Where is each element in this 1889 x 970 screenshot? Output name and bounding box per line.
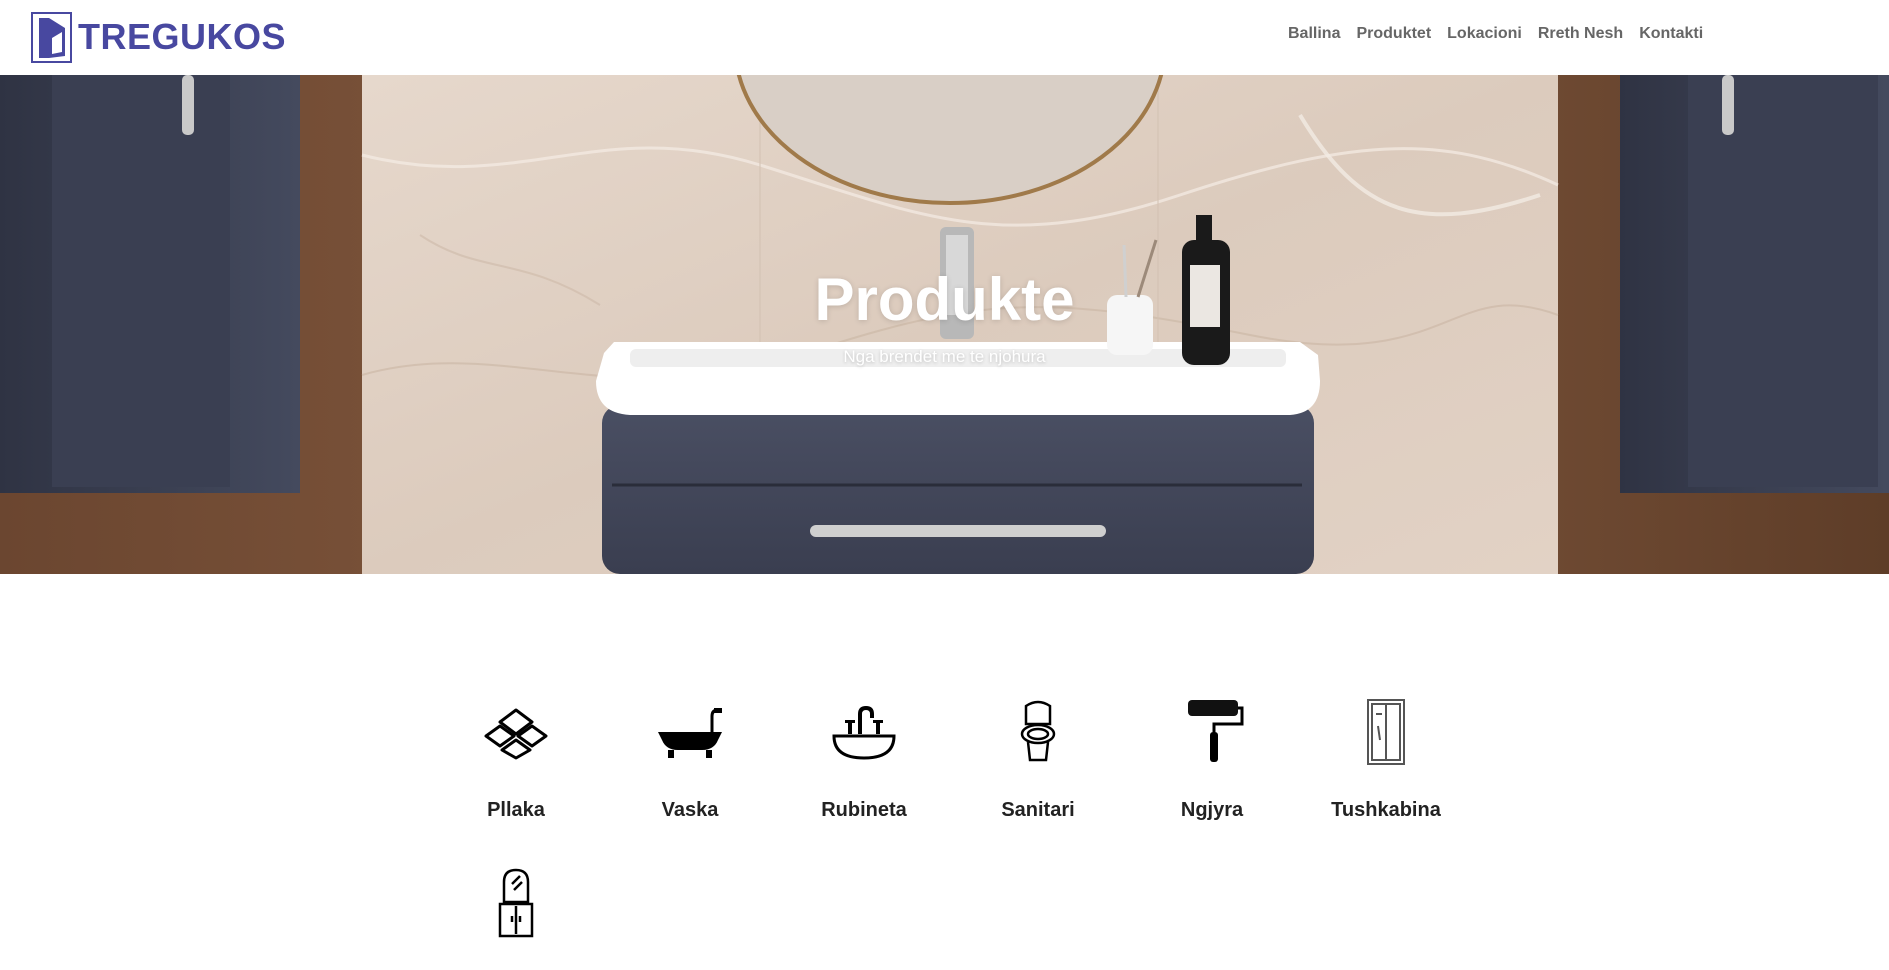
tiles-icon [484,708,548,760]
hero-subtitle: Nga brendet me te njohura [843,347,1046,366]
category-sanitari[interactable]: Sanitari [951,696,1125,822]
mirror-cabinet-icon [498,868,534,938]
category-label: Pllaka [487,799,545,821]
category-vaska[interactable]: Vaska [603,696,777,822]
nav-link-lokacioni[interactable]: Lokacioni [1447,24,1522,44]
category-tushkabina[interactable]: Tushkabina [1299,696,1473,822]
category-pllaka[interactable]: Pllaka [429,696,603,822]
nav-link-produktet[interactable]: Produktet [1356,24,1431,44]
shower-cabin-icon [1367,699,1405,765]
faucet-sink-icon [832,705,896,760]
category-ngjyra[interactable]: Ngjyra [1125,696,1299,822]
category-rubineta[interactable]: Rubineta [777,696,951,822]
main-nav: Ballina Produktet Lokacioni Rreth Nesh K… [1288,24,1719,44]
nav-link-kontakti[interactable]: Kontakti [1639,24,1703,44]
site-header: TREGUKOS Ballina Produktet Lokacioni Rre… [0,0,1889,75]
category-label: Sanitari [1001,799,1075,821]
logo-text: TREGUKOS [78,16,287,57]
category-mirror-cabinet[interactable] [429,868,603,970]
toilet-icon [1020,700,1056,762]
category-label: Vaska [661,799,719,821]
nav-link-ballina[interactable]: Ballina [1288,24,1340,44]
logo-link[interactable]: TREGUKOS [31,11,286,63]
category-label: Rubineta [821,799,907,821]
category-label: Ngjyra [1180,799,1244,821]
logo-icon [31,11,72,63]
hero-banner: Produkte Nga brendet me te njohura [0,75,1889,574]
category-label: Tushkabina [1331,799,1441,821]
bathtub-icon [658,708,722,758]
hero-title: Produkte [814,266,1075,333]
nav-link-rreth-nesh[interactable]: Rreth Nesh [1538,24,1623,44]
paint-roller-icon [1188,700,1244,762]
